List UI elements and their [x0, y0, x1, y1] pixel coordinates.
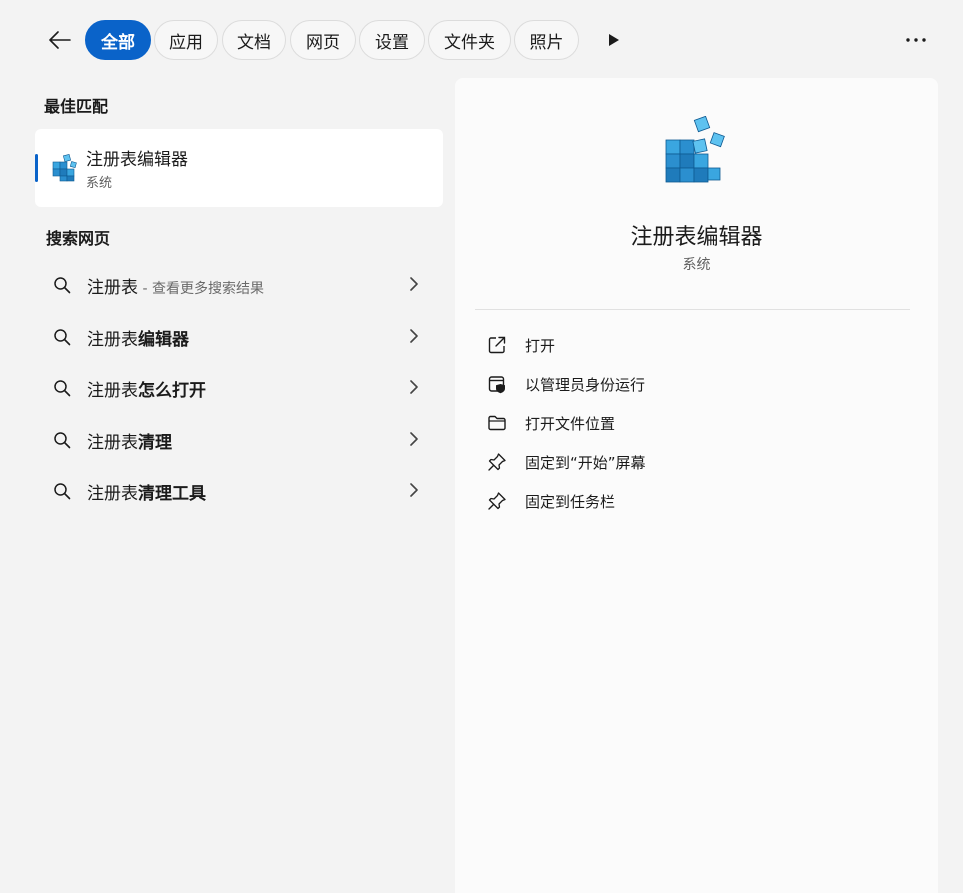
tab-photos[interactable]: 照片: [514, 20, 579, 60]
search-icon: [54, 483, 71, 500]
open-label: 打开: [525, 337, 556, 355]
pin-icon: [488, 453, 506, 471]
web-result-row[interactable]: 注册表编辑器: [35, 314, 443, 358]
pin-icon: [488, 492, 506, 510]
search-icon: [54, 432, 71, 449]
pin-to-taskbar-action[interactable]: 固定到任务栏: [477, 483, 917, 519]
chevron-right-icon: [410, 277, 418, 291]
pin-to-taskbar-label: 固定到任务栏: [525, 493, 616, 511]
folder-icon: [488, 415, 506, 431]
tab-web[interactable]: 网页: [290, 20, 356, 60]
web-result-text: 注册表 - 查看更多搜索结果: [87, 278, 264, 298]
web-result-row[interactable]: 注册表清理工具: [35, 468, 443, 512]
search-icon: [54, 380, 71, 397]
pin-to-start-label: 固定到“开始”屏幕: [525, 454, 646, 472]
tab-folders[interactable]: 文件夹: [428, 20, 511, 60]
admin-shield-icon: [488, 376, 505, 394]
detail-title: 注册表编辑器: [630, 225, 763, 250]
ellipsis-icon: [906, 38, 926, 42]
best-match-heading: 最佳匹配: [44, 97, 109, 116]
play-icon: [609, 34, 619, 46]
chevron-right-icon: [410, 329, 418, 343]
open-file-location-action[interactable]: 打开文件位置: [477, 405, 917, 441]
web-search-heading: 搜索网页: [46, 229, 111, 248]
web-result-text: 注册表怎么打开: [87, 381, 206, 401]
back-button[interactable]: [44, 24, 76, 56]
search-icon: [54, 329, 71, 346]
open-external-icon: [488, 336, 506, 354]
web-result-row[interactable]: 注册表怎么打开: [35, 365, 443, 409]
run-as-admin-action[interactable]: 以管理员身份运行: [477, 366, 917, 402]
best-match-name: 注册表编辑器: [86, 150, 188, 170]
chevron-right-icon: [410, 380, 418, 394]
arrow-left-icon: [49, 31, 71, 49]
detail-panel: 注册表编辑器 系统 打开 以管理员身份运行 打开文件位置 固定到“开始”屏幕 固…: [455, 78, 938, 893]
registry-editor-icon: [52, 153, 77, 182]
tab-all[interactable]: 全部: [85, 20, 151, 60]
selection-indicator: [35, 154, 38, 182]
tab-settings[interactable]: 设置: [359, 20, 425, 60]
web-result-text: 注册表编辑器: [87, 330, 189, 350]
open-file-location-label: 打开文件位置: [525, 415, 616, 433]
search-icon: [54, 277, 71, 294]
detail-subtitle: 系统: [682, 257, 711, 273]
web-result-row[interactable]: 注册表清理: [35, 417, 443, 461]
registry-editor-icon: [665, 116, 725, 183]
web-result-row[interactable]: 注册表 - 查看更多搜索结果: [35, 262, 443, 306]
divider: [475, 309, 910, 310]
open-action[interactable]: 打开: [477, 327, 917, 363]
more-options-button[interactable]: [900, 24, 932, 56]
more-tabs-button[interactable]: [598, 24, 630, 56]
filter-bar: 全部 应用 文档 网页 设置 文件夹 照片: [0, 0, 963, 80]
best-match-type: 系统: [86, 176, 113, 191]
tab-documents[interactable]: 文档: [222, 20, 286, 60]
tab-apps[interactable]: 应用: [154, 20, 218, 60]
run-as-admin-label: 以管理员身份运行: [525, 376, 646, 394]
chevron-right-icon: [410, 483, 418, 497]
best-match-card[interactable]: 注册表编辑器 系统: [35, 129, 443, 207]
web-result-text: 注册表清理: [87, 433, 172, 453]
chevron-right-icon: [410, 432, 418, 446]
pin-to-start-action[interactable]: 固定到“开始”屏幕: [477, 444, 917, 480]
web-result-text: 注册表清理工具: [87, 484, 206, 504]
